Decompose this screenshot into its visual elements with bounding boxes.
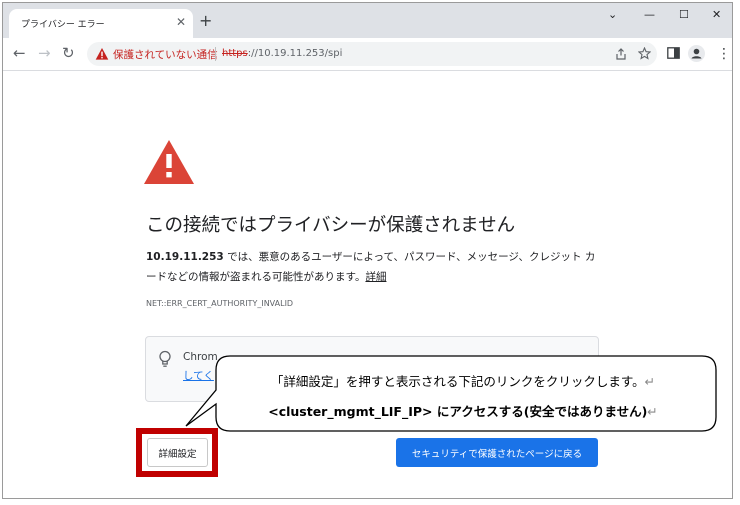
callout-instruction-line1: 「詳細設定」を押すと表示される下記のリンクをクリックします。↵	[218, 371, 708, 390]
callout-bubble	[185, 355, 717, 432]
return-mark: ↵	[644, 374, 656, 389]
callout-line1-text: 「詳細設定」を押すと表示される下記のリンクをクリックします。	[270, 374, 645, 389]
return-mark: ↵	[647, 404, 658, 419]
callout-instruction-line2: <cluster_mgmt_LIF_IP> にアクセスする(安全ではありません)…	[218, 401, 708, 420]
callout-url-placeholder: <cluster_mgmt_LIF_IP>	[268, 404, 433, 419]
callout-line2-text: にアクセスする(安全ではありません)	[432, 404, 648, 419]
